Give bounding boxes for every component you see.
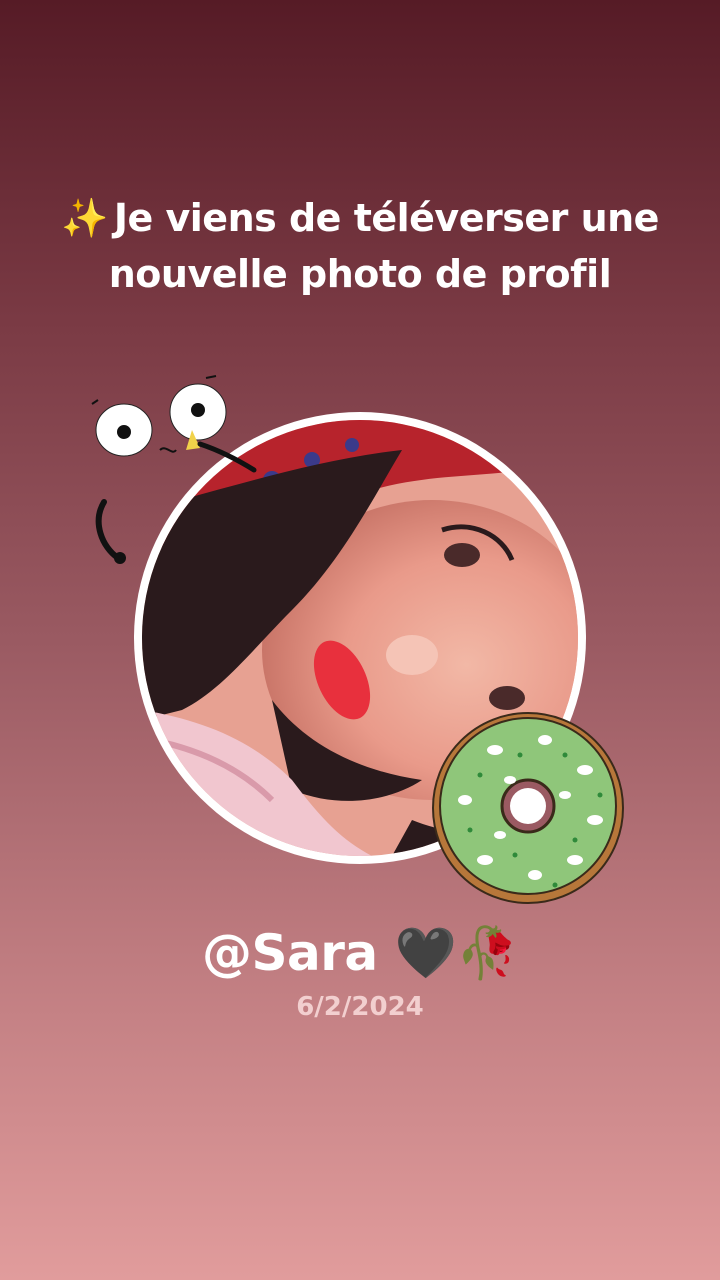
heart-rose-emoji-icon: 🖤🥀 [394, 924, 519, 982]
googly-eyes-sticker[interactable] [88, 372, 268, 572]
headline: ✨ Je viens de téléverser une nouvelle pho… [60, 190, 660, 302]
sparkles-icon: ✨ [61, 196, 108, 240]
headline-text: Je viens de téléverser une nouvelle phot… [108, 196, 660, 296]
donut-sticker[interactable] [425, 710, 630, 910]
post-date: 6/2/2024 [296, 992, 424, 1022]
username-text: @Sara [201, 924, 378, 982]
username[interactable]: @Sara 🖤🥀 [0, 918, 720, 988]
